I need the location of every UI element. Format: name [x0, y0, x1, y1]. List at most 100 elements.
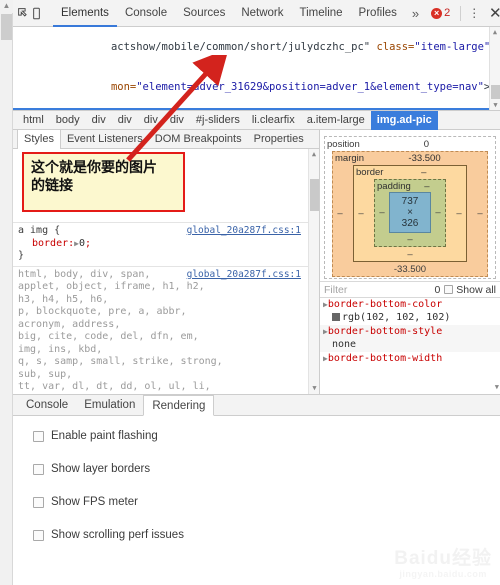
box-model-border-bottom[interactable]: –	[354, 248, 466, 261]
box-model-margin-right[interactable]: –	[473, 164, 487, 263]
annotation-line-1: 这个就是你要的图片	[31, 160, 157, 176]
css-prop-border-value[interactable]: 0	[79, 238, 85, 249]
box-model-padding-right[interactable]: –	[431, 207, 445, 218]
tab-profiles[interactable]: Profiles	[351, 0, 405, 27]
drawer-tab-console[interactable]: Console	[18, 395, 76, 415]
box-model-border-label: border	[356, 167, 384, 178]
dom-scroll-up-icon[interactable]: ▲	[490, 27, 500, 38]
dom-mon-attr: mon=	[110, 81, 137, 93]
breadcrumb-item-div-3[interactable]: div	[138, 111, 164, 130]
tab-styles[interactable]: Styles	[17, 129, 61, 150]
styles-tab-bar: Styles Event Listeners DOM Breakpoints P…	[13, 129, 319, 150]
box-model-margin-top[interactable]: -33.500	[364, 153, 485, 164]
box-model-margin-bottom[interactable]: -33.500	[333, 263, 487, 276]
more-tabs-icon[interactable]: »	[405, 6, 426, 21]
tab-console[interactable]: Console	[117, 0, 175, 27]
annotation-callout: 这个就是你要的图片 的链接	[22, 152, 185, 212]
breadcrumb-item-j-sliders[interactable]: #j-sliders	[190, 111, 246, 130]
box-model-content-size[interactable]: 737 × 326	[389, 192, 431, 233]
breadcrumb-item-html[interactable]: html	[17, 111, 50, 130]
show-layer-borders-checkbox[interactable]	[33, 463, 44, 475]
box-model-position-layer[interactable]: position 0 margin -33.500 – border – – p…	[324, 136, 496, 279]
option-show-scrolling-perf-issues[interactable]: Show scrolling perf issues	[33, 529, 500, 541]
styles-scroll-thumb[interactable]	[310, 179, 319, 211]
dom-scroll-thumb[interactable]	[491, 85, 500, 99]
error-count-badge[interactable]: × 2	[426, 7, 455, 19]
css-source-link-1[interactable]: global_20a287f.css:1	[187, 225, 301, 238]
box-model-border-left[interactable]: –	[354, 178, 368, 248]
computed-filter-input[interactable]: Filter	[324, 284, 430, 296]
breadcrumb-item-li-clearfix[interactable]: li.clearfix	[246, 111, 301, 130]
watermark-url: jingyan.baidu.com	[399, 569, 487, 579]
watermark-logo: Baidu经验	[394, 548, 492, 569]
box-model-padding-layer[interactable]: padding – – 737 × 326 – –	[374, 179, 446, 247]
computed-prop-border-bottom-width[interactable]: ▶border-bottom-width	[320, 352, 500, 367]
box-model-border-layer[interactable]: border – – padding – – 737 × 326 – – – –	[353, 165, 467, 262]
enable-paint-flashing-checkbox[interactable]	[33, 430, 44, 442]
breadcrumb-item-img-ad-pic[interactable]: img.ad-pic	[370, 110, 438, 130]
css-rule-reset[interactable]: html, body, div, span, applet, object, i…	[13, 267, 319, 395]
tab-network[interactable]: Network	[233, 0, 291, 27]
box-model-diagram[interactable]: position 0 margin -33.500 – border – – p…	[320, 130, 500, 281]
option-enable-paint-flashing[interactable]: Enable paint flashing	[33, 430, 500, 442]
dom-class-value: "item-large"	[414, 40, 491, 53]
breadcrumb-item-body[interactable]: body	[50, 111, 86, 130]
scroll-up-arrow-icon[interactable]: ▲	[0, 0, 13, 13]
dom-line-anchor-attrs[interactable]: actshow/mobile/common/short/julydczhc_pc…	[13, 27, 500, 68]
computed-scroll-down-icon[interactable]: ▼	[495, 381, 499, 394]
breadcrumb-item-a-item-large[interactable]: a.item-large	[301, 111, 371, 130]
dom-line-mon-attr[interactable]: mon="element=adver_31629&position=adver_…	[13, 68, 500, 109]
tab-timeline[interactable]: Timeline	[292, 0, 351, 27]
tab-sources[interactable]: Sources	[175, 0, 233, 27]
css-source-link-2[interactable]: global_20a287f.css:1	[187, 269, 301, 282]
toolbar-right-group: × 2 ⋮ ✕	[426, 3, 500, 23]
computed-filter-row: Filter 0 Show all	[320, 281, 500, 298]
computed-prop-border-bottom-style[interactable]: ▶border-bottom-style none	[320, 325, 500, 352]
dom-selected-img-node[interactable]: … <img src="//gss0.baidu.com/-vo3dSag_xI…	[13, 108, 500, 110]
drawer-tab-rendering[interactable]: Rendering	[143, 395, 215, 416]
breadcrumb-item-div-4[interactable]: div	[164, 111, 190, 130]
box-model-margin-left[interactable]: –	[333, 164, 347, 263]
devtools-window: Elements Console Sources Network Timelin…	[13, 0, 500, 585]
tab-event-listeners[interactable]: Event Listeners	[61, 130, 149, 149]
styles-scrollbar[interactable]: ▲ ▼	[308, 149, 319, 394]
box-model-padding-bottom[interactable]: –	[375, 233, 445, 246]
dom-scroll-down-icon[interactable]: ▼	[490, 100, 500, 110]
tab-properties[interactable]: Properties	[248, 130, 310, 149]
box-model-border-right[interactable]: –	[452, 178, 466, 248]
device-toolbar-icon[interactable]	[30, 2, 43, 24]
scrollbar-thumb[interactable]	[1, 14, 12, 40]
option-show-fps-meter[interactable]: Show FPS meter	[33, 496, 500, 508]
box-model-padding-left[interactable]: –	[375, 207, 389, 218]
dom-href-tail: actshow/mobile/common/short/julydczhc_pc…	[110, 40, 377, 53]
color-swatch-icon[interactable]	[332, 312, 340, 321]
inspect-cursor-icon[interactable]	[17, 2, 30, 24]
breadcrumb-item-div-1[interactable]: div	[86, 111, 112, 130]
breadcrumb-item-div-2[interactable]: div	[112, 111, 138, 130]
drawer-tab-emulation[interactable]: Emulation	[76, 395, 143, 415]
show-fps-meter-checkbox[interactable]	[33, 496, 44, 508]
css-selector-reset[interactable]: html, body, div, span, applet, object, i…	[18, 269, 315, 395]
dom-tree-scrollbar[interactable]: ▲ ▼	[489, 27, 500, 110]
show-scrolling-perf-label: Show scrolling perf issues	[51, 529, 184, 541]
css-rule-a-img[interactable]: a img { global_20a287f.css:1 border:▶0; …	[13, 223, 319, 267]
box-model-padding-top[interactable]: –	[411, 181, 443, 192]
tab-dom-breakpoints[interactable]: DOM Breakpoints	[149, 130, 248, 149]
tab-elements[interactable]: Elements	[53, 0, 117, 27]
dom-tree-pane[interactable]: actshow/mobile/common/short/julydczhc_pc…	[13, 27, 500, 111]
box-model-border-top[interactable]: –	[383, 167, 464, 178]
styles-scroll-down-icon[interactable]: ▼	[309, 383, 319, 394]
box-model-margin-layer[interactable]: margin -33.500 – border – – padding – – …	[332, 151, 488, 277]
show-all-checkbox[interactable]: Show all	[444, 284, 496, 296]
styles-scroll-up-icon[interactable]: ▲	[309, 149, 319, 160]
show-all-checkbox-box[interactable]	[444, 285, 454, 294]
option-show-layer-borders[interactable]: Show layer borders	[33, 463, 500, 475]
close-icon[interactable]: ✕	[484, 3, 500, 23]
computed-properties-list[interactable]: ▶border-bottom-color rgb(102, 102, 102) …	[320, 298, 500, 394]
settings-kebab-icon[interactable]: ⋮	[466, 3, 482, 23]
show-scrolling-perf-checkbox[interactable]	[33, 529, 44, 541]
computed-prop-border-bottom-color[interactable]: ▶border-bottom-color rgb(102, 102, 102)	[320, 298, 500, 325]
page-scrollbar[interactable]: ▲	[0, 0, 13, 585]
css-prop-border[interactable]: border:▶0;	[18, 238, 315, 251]
box-model-position-value[interactable]: 0	[360, 139, 493, 150]
